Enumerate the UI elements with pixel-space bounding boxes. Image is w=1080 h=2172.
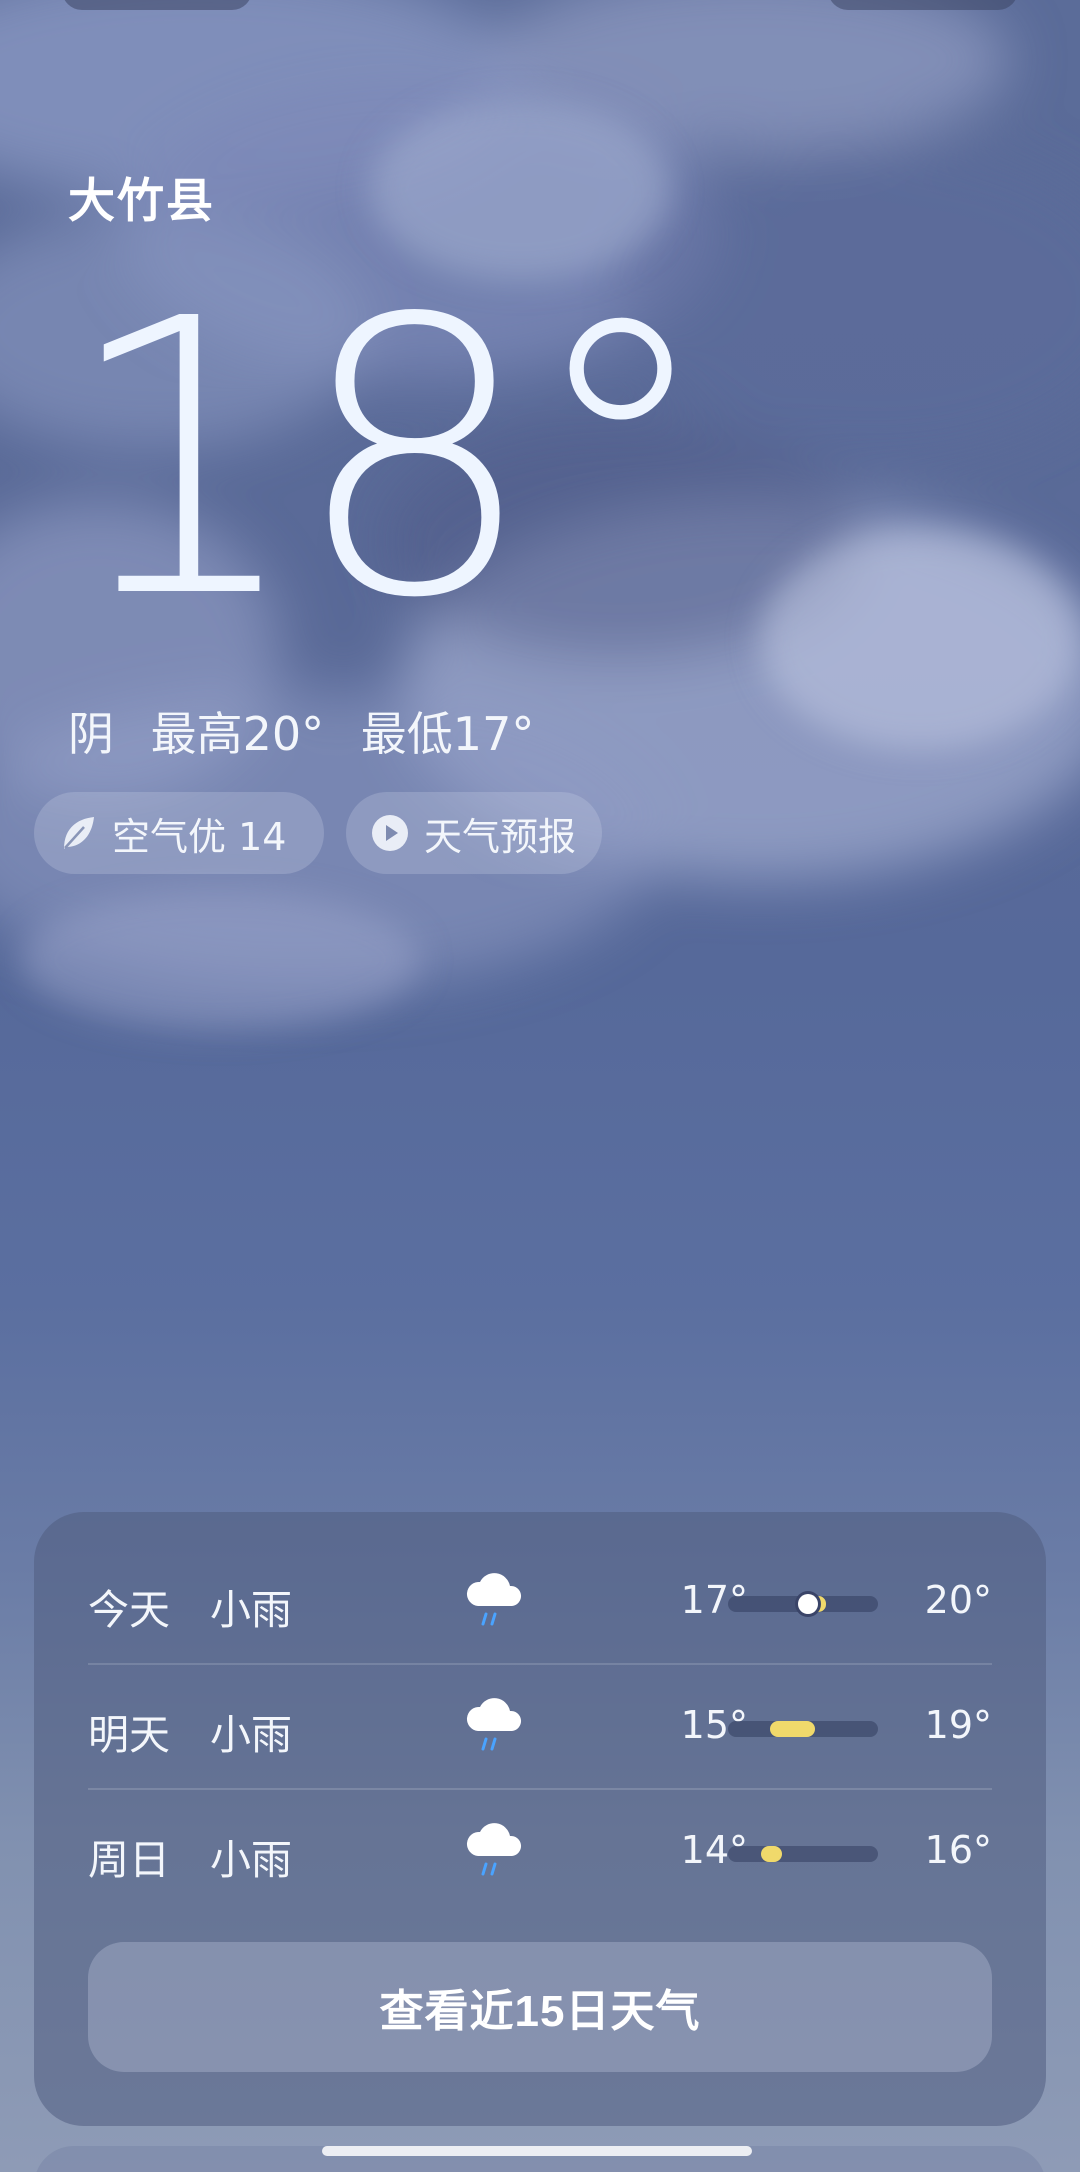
high-temp: 20° (924, 1578, 992, 1622)
temp-range-bar (728, 1846, 878, 1862)
cloud-rain-icon (464, 1691, 524, 1761)
high-temp: 19° (924, 1703, 992, 1747)
play-icon (370, 813, 410, 853)
degree-symbol: ° (525, 238, 716, 681)
high-temperature: 最高20° (150, 707, 325, 761)
current-temperature: 18° (62, 270, 716, 650)
top-right-pill[interactable] (828, 0, 1018, 10)
day-condition: 小雨 (210, 1586, 292, 1634)
air-quality-chip[interactable]: 空气优 14 (34, 792, 324, 874)
day-label: 周日 (88, 1836, 170, 1884)
day-condition: 小雨 (210, 1711, 292, 1759)
low-temperature: 最低17° (360, 707, 535, 761)
temp-range-fill (761, 1846, 782, 1862)
cloud-rain-icon (464, 1816, 524, 1886)
top-left-pill[interactable] (62, 0, 252, 10)
view-15-day-forecast-button[interactable]: 查看近15日天气 (88, 1942, 992, 2072)
forecast-video-chip[interactable]: 天气预报 (346, 792, 602, 874)
cloud-rain-icon (464, 1566, 524, 1636)
day-condition: 小雨 (210, 1836, 292, 1884)
forecast-row-tomorrow[interactable]: 明天 小雨 15° 19° (88, 1665, 992, 1789)
home-indicator[interactable] (322, 2146, 752, 2156)
temp-range-bar (728, 1594, 878, 1614)
day-label: 今天 (88, 1586, 170, 1634)
city-name[interactable]: 大竹县 (68, 162, 215, 231)
forecast-row-today[interactable]: 今天 小雨 17° 20° (88, 1540, 992, 1664)
forecast-row-sunday[interactable]: 周日 小雨 14° 16° (88, 1790, 992, 1914)
day-label: 明天 (88, 1711, 170, 1759)
leaf-icon (58, 813, 98, 853)
temp-range-fill (770, 1721, 815, 1737)
temperature-value: 18 (62, 238, 536, 681)
forecast-video-label: 天气预报 (424, 814, 577, 859)
condition-summary: 阴 最高20° 最低17° (68, 698, 556, 764)
weather-screen: 大竹县 18° 阴 最高20° 最低17° 空气优 14 天气预报 今天 小雨 (0, 0, 1080, 2172)
temp-range-bar (728, 1721, 878, 1737)
current-temp-marker (798, 1594, 818, 1614)
high-temp: 16° (924, 1828, 992, 1872)
current-condition: 阴 (68, 707, 114, 761)
air-quality-label: 空气优 14 (112, 814, 287, 859)
